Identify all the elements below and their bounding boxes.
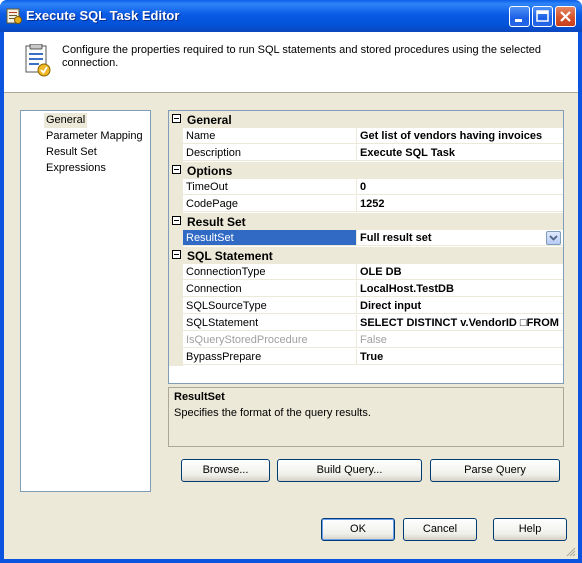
property-value[interactable]: Get list of vendors having invoices <box>357 128 563 144</box>
property-row-resultset[interactable]: ResultSet Full result set <box>169 230 563 247</box>
help-button[interactable]: Help <box>493 518 567 541</box>
ok-button[interactable]: OK <box>321 518 395 541</box>
property-row-bypassprepare[interactable]: BypassPrepare True <box>169 349 563 366</box>
property-value[interactable]: 0 <box>357 179 563 195</box>
dialog-client-area: Configure the properties required to run… <box>4 32 578 559</box>
property-row-codepage[interactable]: CodePage 1252 <box>169 196 563 213</box>
property-description-panel: ResultSet Specifies the format of the qu… <box>168 387 564 447</box>
property-value[interactable]: SELECT DISTINCT v.VendorID □FROM <box>357 315 563 331</box>
collapse-icon[interactable] <box>172 216 181 225</box>
property-name: IsQueryStoredProcedure <box>183 332 357 348</box>
nav-item-expressions[interactable]: Expressions <box>44 161 108 176</box>
row-gutter <box>169 332 183 349</box>
header-divider <box>4 92 578 93</box>
property-name: SQLSourceType <box>183 298 357 314</box>
task-header-icon <box>25 44 51 77</box>
property-value[interactable]: Direct input <box>357 298 563 314</box>
resultset-dropdown[interactable]: Full result set <box>357 230 563 246</box>
row-gutter <box>169 298 183 315</box>
maximize-icon <box>536 10 549 22</box>
resize-grip-icon[interactable] <box>566 547 576 557</box>
property-value[interactable]: OLE DB <box>357 264 563 280</box>
sql-task-icon <box>6 8 22 24</box>
property-row-sqlsourcetype[interactable]: SQLSourceType Direct input <box>169 298 563 315</box>
header-description: Configure the properties required to run… <box>62 44 541 69</box>
property-name: BypassPrepare <box>183 349 357 365</box>
title-bar[interactable]: Execute SQL Task Editor <box>0 0 582 32</box>
property-value[interactable]: True <box>357 349 563 365</box>
browse-button[interactable]: Browse... <box>181 459 270 482</box>
property-value: Full result set <box>360 232 432 244</box>
window-title: Execute SQL Task Editor <box>26 8 180 23</box>
row-gutter <box>169 196 183 213</box>
row-gutter <box>169 281 183 298</box>
row-gutter <box>169 179 183 196</box>
category-label: SQL Statement <box>187 249 273 263</box>
description-text: Specifies the format of the query result… <box>174 407 371 419</box>
row-gutter <box>169 145 183 162</box>
property-row-connection[interactable]: Connection LocalHost.TestDB <box>169 281 563 298</box>
collapse-icon[interactable] <box>172 250 181 259</box>
close-icon <box>560 11 571 22</box>
category-general[interactable]: General <box>169 111 563 128</box>
property-value[interactable]: Execute SQL Task <box>357 145 563 161</box>
description-title: ResultSet <box>174 391 225 403</box>
row-gutter <box>169 230 183 247</box>
property-name: CodePage <box>183 196 357 212</box>
row-gutter <box>169 349 183 366</box>
property-row-isquerystoredprocedure: IsQueryStoredProcedure False <box>169 332 563 349</box>
category-options[interactable]: Options <box>169 162 563 179</box>
property-row-connectiontype[interactable]: ConnectionType OLE DB <box>169 264 563 281</box>
property-name: ConnectionType <box>183 264 357 280</box>
nav-item-general[interactable]: General <box>44 113 88 128</box>
row-gutter <box>169 315 183 332</box>
property-row-description[interactable]: Description Execute SQL Task <box>169 145 563 162</box>
row-gutter <box>169 128 183 145</box>
parse-query-button[interactable]: Parse Query <box>430 459 560 482</box>
property-name: TimeOut <box>183 179 357 195</box>
property-grid: General Name Get list of vendors having … <box>168 110 564 384</box>
category-result-set[interactable]: Result Set <box>169 213 563 230</box>
category-label: Options <box>187 164 233 178</box>
collapse-icon[interactable] <box>172 165 181 174</box>
property-name: SQLStatement <box>183 315 357 331</box>
property-value[interactable]: 1252 <box>357 196 563 212</box>
property-name: Connection <box>183 281 357 297</box>
minimize-icon <box>515 19 522 22</box>
dialog-header: Configure the properties required to run… <box>4 32 578 92</box>
dropdown-button[interactable] <box>546 231 561 245</box>
property-row-sqlstatement[interactable]: SQLStatement SELECT DISTINCT v.VendorID … <box>169 315 563 332</box>
property-row-timeout[interactable]: TimeOut 0 <box>169 179 563 196</box>
property-name: ResultSet <box>183 230 357 246</box>
maximize-button[interactable] <box>532 6 553 27</box>
property-name: Description <box>183 145 357 161</box>
page-navigation-list: General Parameter Mapping Result Set Exp… <box>20 110 151 492</box>
category-label: Result Set <box>187 215 246 229</box>
property-value[interactable]: LocalHost.TestDB <box>357 281 563 297</box>
build-query-button[interactable]: Build Query... <box>277 459 422 482</box>
property-row-name[interactable]: Name Get list of vendors having invoices <box>169 128 563 145</box>
minimize-button[interactable] <box>509 6 530 27</box>
chevron-down-icon <box>549 235 558 241</box>
nav-item-result-set[interactable]: Result Set <box>44 145 99 160</box>
property-value: False <box>357 332 563 348</box>
dialog-window: Execute SQL Task Editor Configure the pr… <box>0 0 582 563</box>
property-name: Name <box>183 128 357 144</box>
nav-item-parameter-mapping[interactable]: Parameter Mapping <box>44 129 145 144</box>
cancel-button[interactable]: Cancel <box>403 518 477 541</box>
row-gutter <box>169 264 183 281</box>
collapse-icon[interactable] <box>172 114 181 123</box>
category-sql-statement[interactable]: SQL Statement <box>169 247 563 264</box>
close-button[interactable] <box>555 6 576 27</box>
category-label: General <box>187 113 232 127</box>
